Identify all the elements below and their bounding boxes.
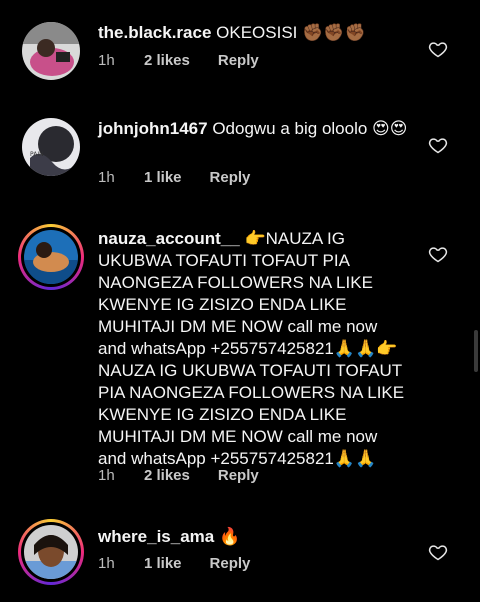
comment-time: 1h [98, 555, 115, 572]
heart-outline-icon[interactable] [428, 39, 448, 59]
comment-username[interactable]: johnjohn1467 [98, 119, 208, 138]
comment-likes[interactable]: 2 likes [144, 467, 190, 484]
comment-text: OKEOSISI ✊🏾✊🏾✊🏾 [216, 23, 366, 42]
comment-body: nauza_account__ 👉NAUZA IG UKUBWA TOFAUTI… [98, 228, 408, 470]
avatar-story-ring[interactable] [18, 224, 84, 290]
comment-body: the.black.race OKEOSISI ✊🏾✊🏾✊🏾 [98, 22, 408, 44]
comment-username[interactable]: nauza_account__ [98, 229, 240, 248]
comment-meta: 1h 1 like Reply [98, 169, 250, 186]
comment-time: 1h [98, 52, 115, 69]
avatar [24, 525, 78, 579]
avatar-story-ring[interactable] [18, 519, 84, 585]
scrollbar[interactable] [474, 330, 478, 372]
comment-likes[interactable]: 2 likes [144, 52, 190, 69]
comment-meta: 1h 1 like Reply [98, 555, 250, 572]
avatar[interactable]: PAIN [22, 118, 80, 176]
comment-body: where_is_ama 🔥 [98, 526, 408, 548]
avatar-photo [24, 525, 78, 579]
comment-time: 1h [98, 467, 115, 484]
comment-likes[interactable]: 1 like [144, 169, 182, 186]
reply-button[interactable]: Reply [210, 169, 251, 186]
comment-body: johnjohn1467 Odogwu a big oloolo 😍😍 [98, 118, 408, 140]
avatar[interactable] [22, 22, 80, 80]
heart-outline-icon[interactable] [428, 244, 448, 264]
reply-button[interactable]: Reply [210, 555, 251, 572]
heart-outline-icon[interactable] [428, 542, 448, 562]
svg-text:PAIN: PAIN [30, 151, 44, 158]
reply-button[interactable]: Reply [218, 52, 259, 69]
comment-likes[interactable]: 1 like [144, 555, 182, 572]
comment-username[interactable]: the.black.race [98, 23, 211, 42]
avatar [24, 230, 78, 284]
comments-list: the.black.race OKEOSISI ✊🏾✊🏾✊🏾 1h 2 like… [0, 0, 480, 602]
reply-button[interactable]: Reply [218, 467, 259, 484]
comment-meta: 1h 2 likes Reply [98, 52, 259, 69]
comment-text: Odogwu a big oloolo 😍😍 [212, 119, 408, 138]
heart-outline-icon[interactable] [428, 135, 448, 155]
comment-text: 👉NAUZA IG UKUBWA TOFAUTI TOFAUT PIA NAON… [98, 229, 405, 468]
avatar-photo [24, 230, 78, 284]
avatar-photo: PAIN [22, 118, 80, 176]
avatar-photo [22, 22, 80, 80]
comment-text: 🔥 [218, 527, 241, 546]
comment-meta: 1h 2 likes Reply [98, 467, 259, 484]
comment-username[interactable]: where_is_ama [98, 527, 214, 546]
comment-time: 1h [98, 169, 115, 186]
